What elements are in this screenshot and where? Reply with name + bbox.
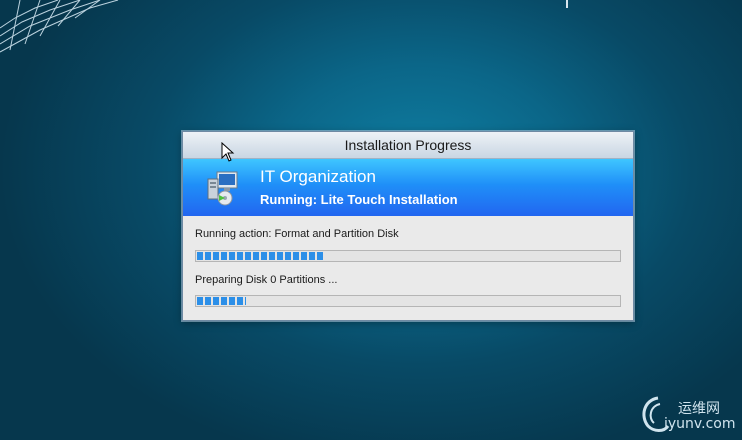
desktop-edge-mark <box>566 0 568 8</box>
step-progress-bar <box>195 295 621 307</box>
step-label: Preparing Disk 0 Partitions ... <box>195 274 338 286</box>
progress-content: Running action: Format and Partition Dis… <box>183 216 633 321</box>
banner-title: IT Organization <box>260 167 376 186</box>
window-title: Installation Progress <box>344 137 472 153</box>
computer-setup-icon <box>207 171 238 206</box>
watermark-chinese-text: 运维网 <box>678 401 720 417</box>
mouse-cursor-icon <box>221 142 235 162</box>
watermark: 运维网 iyunv.com <box>636 392 736 436</box>
step-progress-fill <box>197 297 246 305</box>
action-progress-bar <box>195 250 621 262</box>
installation-progress-window: Installation Progress IT Organization Ru… <box>182 131 634 321</box>
banner: IT Organization Running: Lite Touch Inst… <box>183 159 633 216</box>
watermark-site-text: iyunv.com <box>664 416 736 432</box>
action-progress-fill <box>197 252 324 260</box>
action-label: Running action: Format and Partition Dis… <box>195 228 399 240</box>
window-titlebar[interactable]: Installation Progress <box>183 132 633 159</box>
desktop-mesh-decoration <box>0 0 119 53</box>
banner-subtitle: Running: Lite Touch Installation <box>260 192 458 207</box>
